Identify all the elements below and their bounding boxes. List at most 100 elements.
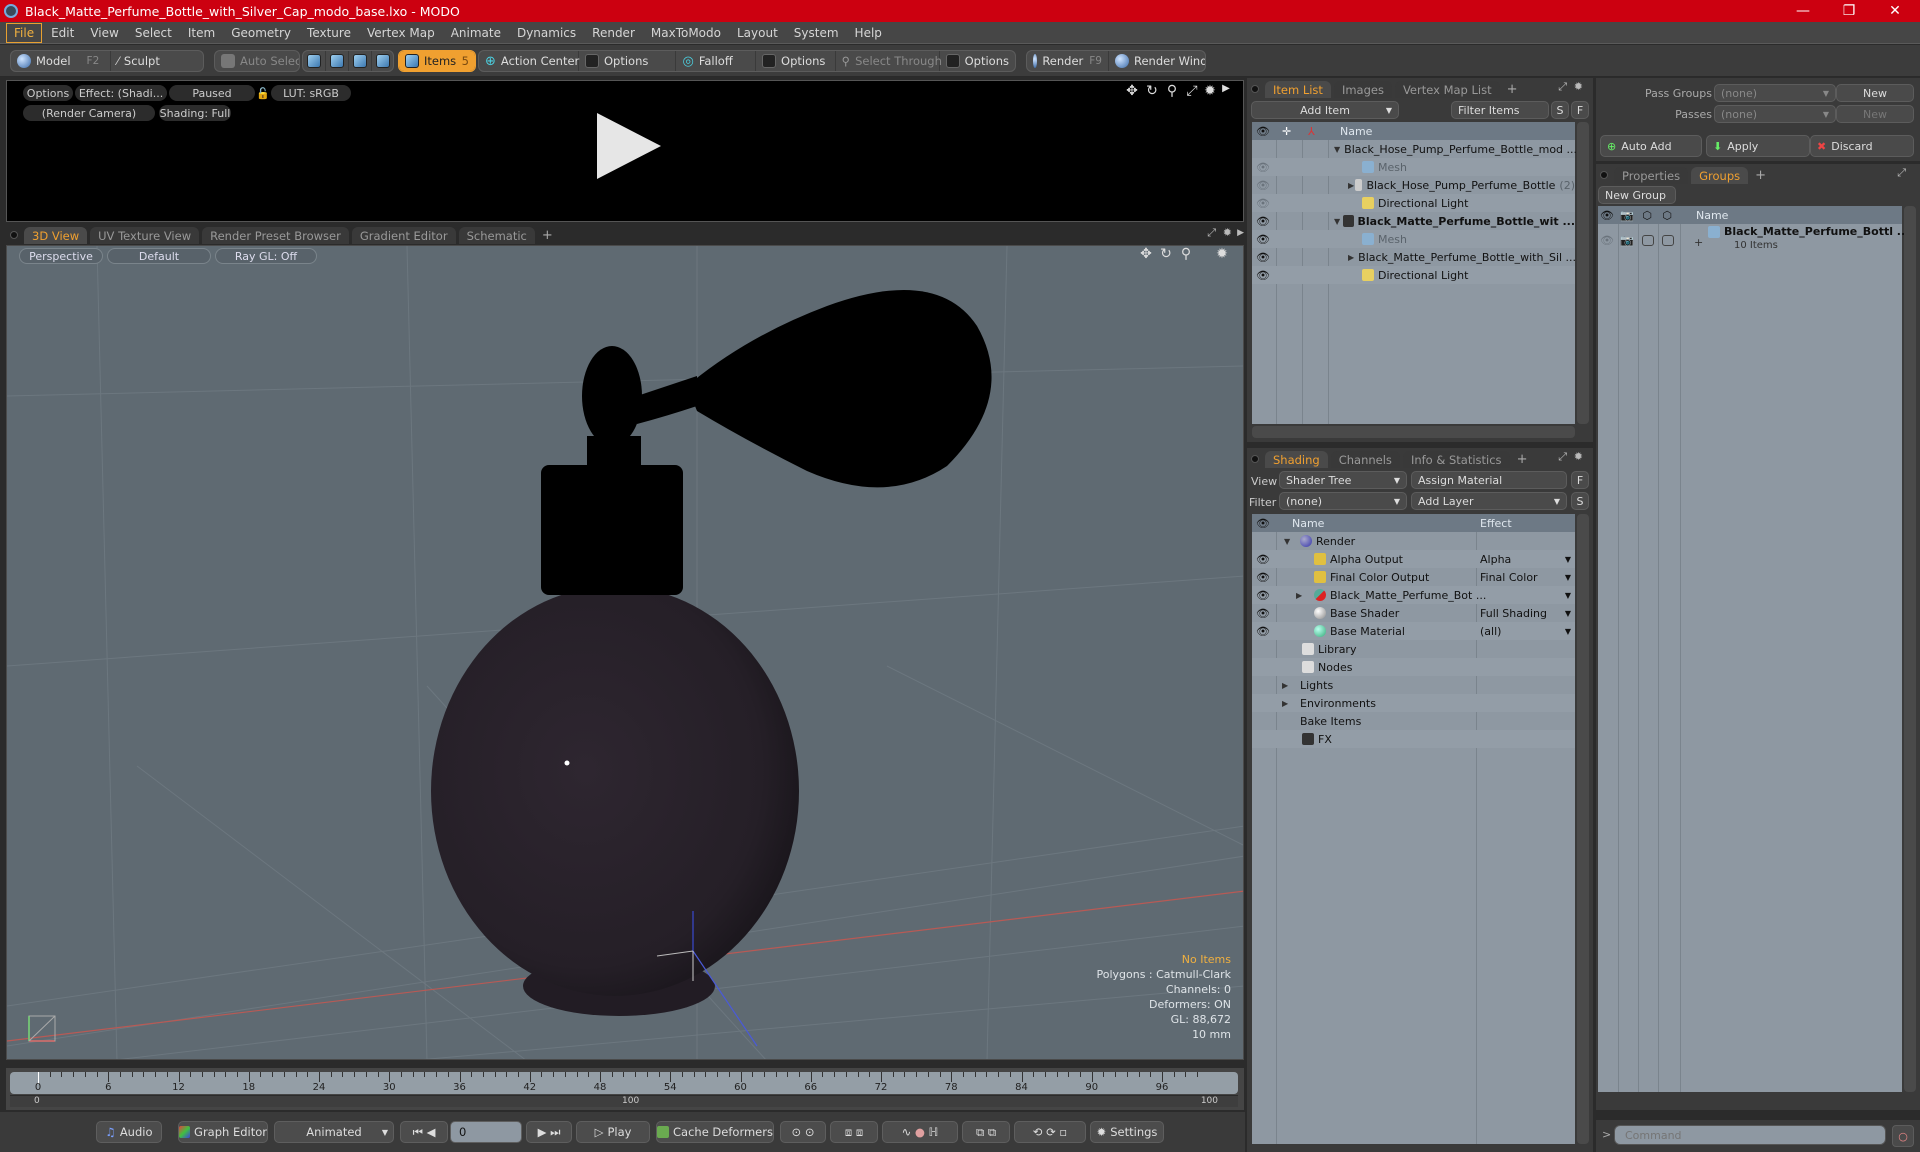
item-row[interactable]: 👁 Directional Light	[1252, 194, 1575, 212]
eye-icon[interactable]: 👁	[1256, 625, 1270, 638]
pan-icon[interactable]: ✥	[1137, 246, 1155, 262]
polygons-mode-button[interactable]	[349, 51, 372, 71]
step-forward-icon[interactable]: ▶	[538, 1125, 547, 1139]
group-row[interactable]: 👁 📷 + Black_Matte_Perfume_Bottl ... 10 I…	[1598, 224, 1909, 256]
render-effect-dropdown[interactable]: Effect: (Shadi...	[75, 85, 167, 101]
new-pass-button[interactable]: New	[1836, 105, 1914, 123]
menu-item[interactable]: Item	[181, 24, 222, 42]
expand-triangle-icon[interactable]: ▼	[1334, 145, 1340, 154]
lock-icon[interactable]: 🔓	[255, 85, 271, 101]
item-row[interactable]: 👁 ▼ Black_Matte_Perfume_Bottle_wit ...	[1252, 212, 1575, 230]
action-center-button[interactable]: ⊕ Action Center	[479, 51, 579, 71]
item-row[interactable]: 👁 Directional Light	[1252, 266, 1575, 284]
key-step-buttons[interactable]: ⧈ ⧈	[830, 1121, 878, 1143]
tab-uv-texture-view[interactable]: UV Texture View	[90, 227, 200, 244]
select-through-button[interactable]: ⚲ Select Through	[836, 51, 942, 71]
menu-view[interactable]: View	[83, 24, 125, 42]
item-row[interactable]: 👁 Mesh	[1252, 230, 1575, 248]
effect-value[interactable]: Alpha	[1480, 553, 1511, 566]
expand-triangle-icon[interactable]: ▼	[1284, 537, 1294, 546]
maximize-button[interactable]: ❐	[1826, 0, 1872, 22]
shader-row-final-color-output[interactable]: 👁 Final Color Output Final Color ▼	[1252, 568, 1575, 586]
item-row[interactable]: 👁 ▶ Black_Matte_Perfume_Bottle_with_Sil …	[1252, 248, 1576, 266]
render-window-button[interactable]: Render Window	[1109, 51, 1205, 71]
pass-groups-dropdown[interactable]: (none) ▼	[1714, 84, 1836, 102]
tab-3d-view[interactable]: 3D View	[24, 227, 88, 244]
add-tab-button[interactable]: +	[1503, 81, 1522, 98]
tab-vertex-map-list[interactable]: Vertex Map List	[1394, 81, 1500, 98]
cache-deformers-button[interactable]: Cache Deformers	[656, 1121, 774, 1143]
tab-render-preset-browser[interactable]: Render Preset Browser	[202, 227, 349, 244]
key-record-buttons[interactable]: ∿ ● ℍ	[882, 1121, 958, 1143]
menu-render[interactable]: Render	[585, 24, 642, 42]
viewport-style-dropdown[interactable]: Default	[107, 248, 211, 264]
projection-dropdown[interactable]: Perspective	[19, 248, 103, 264]
key-options-icon[interactable]: ℍ	[929, 1125, 939, 1139]
add-tab-button[interactable]: +	[1513, 451, 1532, 468]
key-jump-buttons[interactable]: ⧉ ⧉	[962, 1121, 1010, 1143]
menu-select[interactable]: Select	[128, 24, 179, 42]
chevron-down-icon[interactable]: ▼	[1565, 573, 1571, 582]
shader-row-render[interactable]: ▼ Render	[1252, 532, 1575, 550]
items-mode-button[interactable]: Items 5	[399, 51, 475, 71]
vertices-mode-button[interactable]	[303, 51, 326, 71]
menu-texture[interactable]: Texture	[300, 24, 358, 42]
play-button[interactable]: ▷ Play	[576, 1121, 650, 1143]
select-checkbox[interactable]	[1662, 234, 1674, 246]
camera-icon[interactable]: 📷	[1620, 234, 1634, 247]
eye-icon[interactable]: 👁	[1256, 197, 1270, 210]
menu-dynamics[interactable]: Dynamics	[510, 24, 583, 42]
audio-button[interactable]: ♫ Audio	[96, 1121, 162, 1143]
lock-checkbox[interactable]	[1642, 234, 1654, 246]
item-row[interactable]: 👁 Mesh	[1252, 158, 1575, 176]
effect-value[interactable]: (all)	[1480, 625, 1501, 638]
record-key-icon[interactable]: ●	[915, 1125, 925, 1139]
eye-icon[interactable]: 👁	[1256, 251, 1270, 264]
menu-help[interactable]: Help	[848, 24, 889, 42]
select-column-icon[interactable]: ⬡	[1660, 209, 1674, 222]
item-list-scrollbar[interactable]	[1577, 122, 1589, 424]
render-button[interactable]: Render F9	[1027, 51, 1109, 71]
menu-layout[interactable]: Layout	[730, 24, 785, 42]
discard-button[interactable]: ✖ Discard	[1810, 135, 1914, 157]
chevron-down-icon[interactable]: ▼	[1565, 627, 1571, 636]
expand-triangle-icon[interactable]: ▼	[1334, 217, 1343, 226]
play-icon[interactable]	[597, 113, 661, 179]
frame-input[interactable]: 0	[450, 1121, 522, 1143]
record-circle-icon[interactable]: ○	[1892, 1125, 1914, 1147]
f-toggle-button[interactable]: F	[1571, 471, 1589, 489]
timeline-ruler[interactable]: 0 6 12 18 24 30 36 42 48 54 60 66 72 78 84 90 96	[10, 1072, 1238, 1094]
s-toggle-button[interactable]: S	[1571, 492, 1589, 510]
step-back-icon[interactable]: ◀	[427, 1125, 436, 1139]
render-options-button[interactable]: Options	[23, 85, 73, 101]
passes-dropdown[interactable]: (none) ▼	[1714, 105, 1836, 123]
apply-button[interactable]: ⬇ Apply	[1706, 135, 1810, 157]
effect-value[interactable]: Final Color	[1480, 571, 1538, 584]
chevron-down-icon[interactable]: ▼	[1565, 555, 1571, 564]
shader-row-material-group[interactable]: 👁 ▶ Black_Matte_Perfume_Bot ... ▼	[1252, 586, 1575, 604]
falloff-button[interactable]: ◎ Falloff	[676, 51, 757, 71]
skip-back-buttons[interactable]: ⏮ ◀	[400, 1121, 448, 1143]
render-column-icon[interactable]: 📷	[1620, 209, 1634, 222]
chevron-down-icon[interactable]: ▼	[1565, 591, 1571, 600]
maximize-icon[interactable]: ⤢	[1558, 450, 1567, 464]
animated-dropdown[interactable]: Animated ▼	[274, 1121, 394, 1143]
shader-row-bake-items[interactable]: Bake Items	[1252, 712, 1575, 730]
tab-info-statistics[interactable]: Info & Statistics	[1402, 451, 1510, 468]
model-mode-button[interactable]: Model F2	[11, 51, 111, 71]
settings-button[interactable]: ✹ Settings	[1090, 1121, 1164, 1143]
render-camera-dropdown[interactable]: (Render Camera)	[23, 105, 155, 121]
shader-row-library[interactable]: Library	[1252, 640, 1575, 658]
edges-mode-button[interactable]	[326, 51, 349, 71]
eye-icon[interactable]: 👁	[1256, 571, 1270, 584]
add-item-dropdown[interactable]: Add Item ▼	[1251, 101, 1399, 119]
effect-column-header[interactable]: Effect	[1480, 517, 1512, 530]
add-tab-button[interactable]: +	[538, 227, 557, 244]
shader-row-lights[interactable]: ▶ Lights	[1252, 676, 1575, 694]
expand-triangle-icon[interactable]: ▶	[1348, 181, 1355, 190]
shader-row-environments[interactable]: ▶ Environments	[1252, 694, 1575, 712]
tab-schematic[interactable]: Schematic	[458, 227, 535, 244]
auto-select-button[interactable]: Auto Select	[215, 51, 299, 71]
graph-editor-button[interactable]: Graph Editor	[178, 1121, 268, 1143]
filter-items-input[interactable]: Filter Items	[1451, 101, 1549, 119]
